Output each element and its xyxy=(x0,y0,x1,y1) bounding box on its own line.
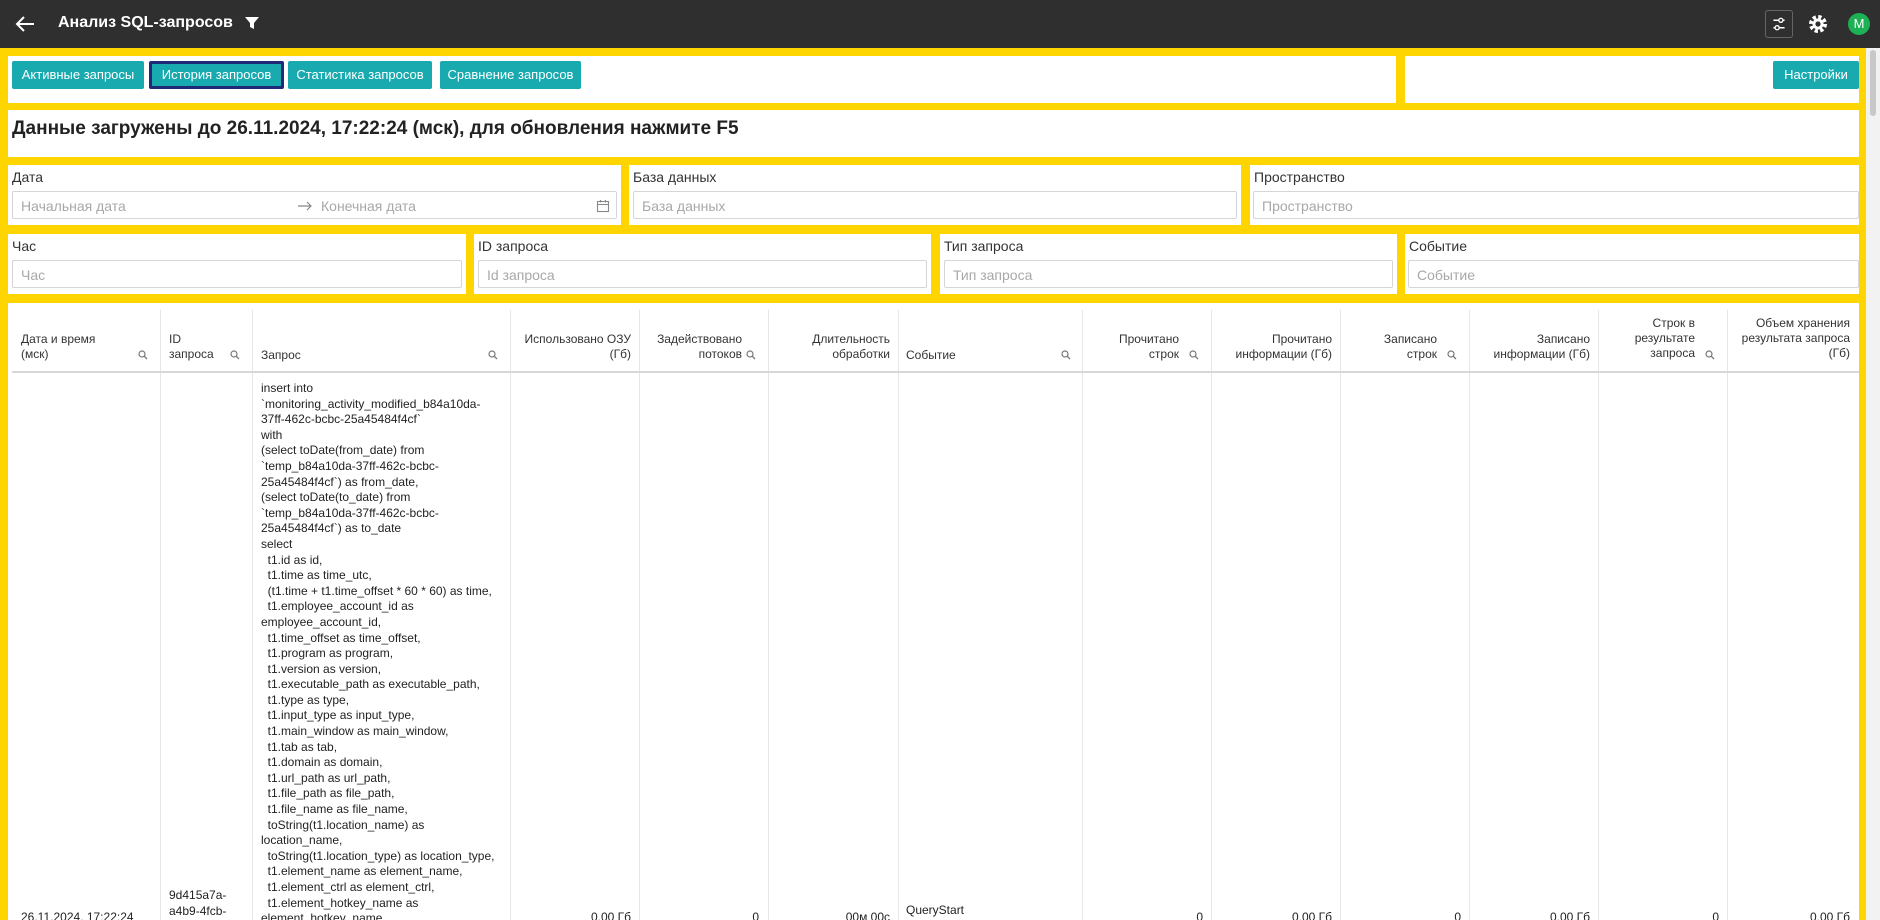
column-header-query-id[interactable]: ID запроса xyxy=(169,332,214,362)
back-arrow-icon[interactable] xyxy=(12,12,38,36)
column-divider xyxy=(1469,310,1470,920)
table-cell-event: QueryStart xyxy=(906,903,965,917)
calendar-icon[interactable] xyxy=(596,199,610,213)
column-divider xyxy=(1082,310,1083,920)
query-id-label: ID запроса xyxy=(478,238,549,254)
database-placeholder: База данных xyxy=(642,198,726,214)
start-date-placeholder: Начальная дата xyxy=(21,198,126,214)
column-header-result-rows[interactable]: Строк в результате запроса xyxy=(1606,316,1695,361)
database-label: База данных xyxy=(633,169,717,185)
space-select[interactable]: Пространство xyxy=(1253,191,1859,219)
range-arrow-icon xyxy=(298,201,312,211)
column-header-rows-written[interactable]: Записано строк xyxy=(1348,332,1437,362)
query-id-placeholder: Id запроса xyxy=(487,267,555,283)
table-cell-threads: 0 xyxy=(752,910,759,920)
column-divider xyxy=(768,310,769,920)
settings-button[interactable]: Настройки xyxy=(1773,61,1859,89)
table-cell-query-id: 9d415a7a- a4b9-4fcb- xyxy=(169,888,227,918)
tab-query-comparison[interactable]: Сравнение запросов xyxy=(440,61,581,89)
column-divider xyxy=(1211,310,1212,920)
column-header-event[interactable]: Событие xyxy=(906,348,956,363)
column-divider xyxy=(639,310,640,920)
column-divider xyxy=(898,310,899,920)
data-loaded-status: Данные загружены до 26.11.2024, 17:22:24… xyxy=(12,118,739,139)
table-cell-bytes-written: 0,00 Гб xyxy=(1549,910,1590,920)
column-header-datetime[interactable]: Дата и время (мск) xyxy=(21,332,95,362)
search-icon[interactable] xyxy=(1447,350,1457,360)
top-app-bar: Анализ SQL-запросов M xyxy=(0,0,1880,48)
tab-query-history[interactable]: История запросов xyxy=(149,61,284,89)
column-divider xyxy=(1727,310,1728,920)
column-header-result-size[interactable]: Объем хранения результата запроса (Гб) xyxy=(1735,316,1850,361)
search-icon[interactable] xyxy=(488,350,498,360)
space-label: Пространство xyxy=(1254,169,1345,185)
filter-icon[interactable] xyxy=(243,14,261,32)
search-icon[interactable] xyxy=(230,350,240,360)
event-placeholder: Событие xyxy=(1417,267,1475,283)
query-type-select[interactable]: Тип запроса xyxy=(944,260,1393,288)
gear-icon[interactable] xyxy=(1806,12,1830,36)
search-icon[interactable] xyxy=(138,350,148,360)
space-placeholder: Пространство xyxy=(1262,198,1353,214)
header-divider xyxy=(12,371,1859,373)
search-icon[interactable] xyxy=(1705,350,1715,360)
column-header-bytes-written[interactable]: Записано информации (Гб) xyxy=(1477,332,1590,362)
page-title: Анализ SQL-запросов xyxy=(58,14,233,31)
column-header-bytes-read[interactable]: Прочитано информации (Гб) xyxy=(1219,332,1332,362)
search-icon[interactable] xyxy=(1061,350,1071,360)
page-scrollbar[interactable] xyxy=(1866,48,1880,920)
search-icon[interactable] xyxy=(746,350,756,360)
column-divider xyxy=(1340,310,1341,920)
query-id-input[interactable]: Id запроса xyxy=(478,260,927,288)
table-cell-duration: 00м 00с xyxy=(845,910,890,920)
table-cell-datetime: 26.11.2024, 17:22:24 xyxy=(21,910,134,920)
column-divider xyxy=(1598,310,1599,920)
table-cell-ram: 0,00 Гб xyxy=(590,910,631,920)
column-divider xyxy=(252,310,253,920)
column-header-query[interactable]: Запрос xyxy=(261,348,301,363)
sliders-icon[interactable] xyxy=(1765,10,1793,38)
table-cell-rows-written: 0 xyxy=(1454,910,1461,920)
column-header-duration[interactable]: Длительность обработки xyxy=(776,332,890,362)
hour-placeholder: Час xyxy=(21,267,46,283)
table-cell-query: insert into `monitoring_activity_modifie… xyxy=(261,381,495,920)
search-icon[interactable] xyxy=(1189,350,1199,360)
hour-select[interactable]: Час xyxy=(12,260,462,288)
user-avatar[interactable]: M xyxy=(1848,13,1870,35)
database-select[interactable]: База данных xyxy=(633,191,1237,219)
table-cell-result-size: 0,00 Гб xyxy=(1809,910,1850,920)
table-cell-rows-read: 0 xyxy=(1196,910,1203,920)
date-range-picker[interactable]: Начальная дата Конечная дата xyxy=(12,191,617,219)
column-divider xyxy=(160,310,161,920)
column-header-rows-read[interactable]: Прочитано строк xyxy=(1090,332,1179,362)
table-cell-bytes-read: 0,00 Гб xyxy=(1291,910,1332,920)
date-label: Дата xyxy=(12,169,44,185)
column-header-threads[interactable]: Задействовано потоков xyxy=(646,332,742,362)
hour-label: Час xyxy=(12,238,37,254)
query-type-label: Тип запроса xyxy=(944,238,1024,254)
end-date-placeholder: Конечная дата xyxy=(321,198,416,214)
event-select[interactable]: Событие xyxy=(1408,260,1859,288)
column-header-ram[interactable]: Использовано ОЗУ (Гб) xyxy=(519,332,631,362)
tab-active-queries[interactable]: Активные запросы xyxy=(12,61,144,89)
scrollbar-thumb[interactable] xyxy=(1870,50,1876,116)
table-cell-result-rows: 0 xyxy=(1712,910,1719,920)
query-type-placeholder: Тип запроса xyxy=(953,267,1033,283)
event-label: Событие xyxy=(1409,238,1467,254)
tab-query-statistics[interactable]: Статистика запросов xyxy=(288,61,432,89)
